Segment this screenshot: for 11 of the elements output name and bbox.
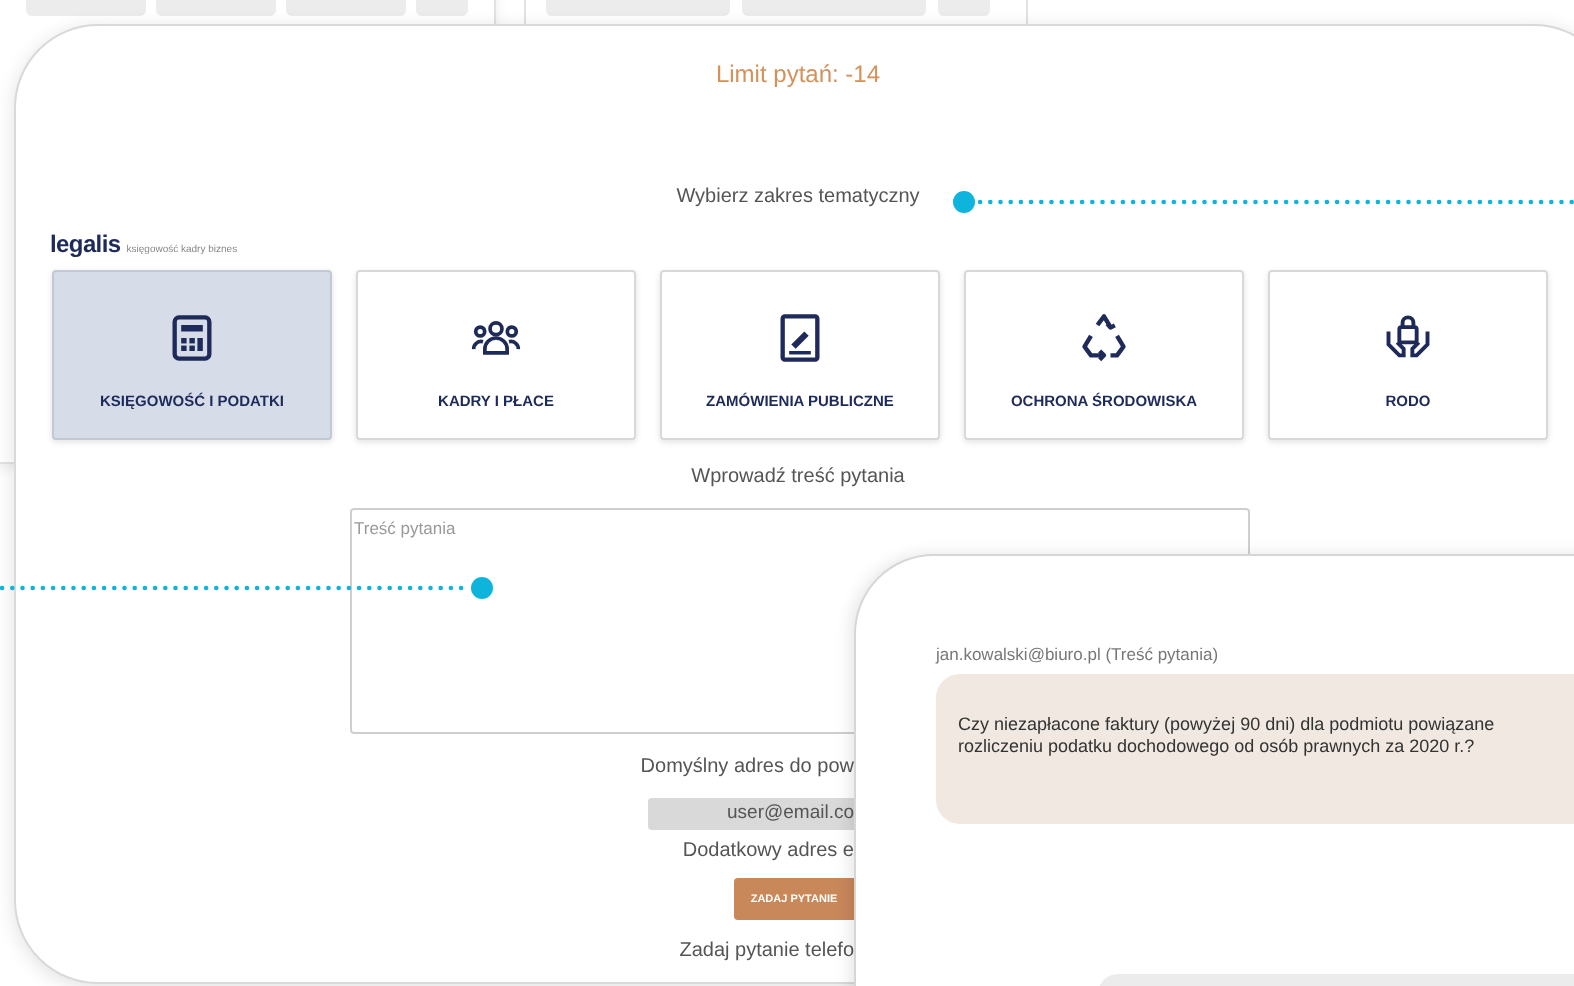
recycle-icon: [1078, 312, 1130, 364]
logo-name: legalis: [50, 230, 121, 258]
limit-title: Limit pytań: -14: [715, 60, 881, 88]
extra-email-label: Dodatkowy adres e: [682, 840, 854, 862]
document-pen-icon: [774, 312, 826, 364]
topic-prompt: Wybierz zakres tematyczny: [676, 186, 920, 208]
phone-question-label: Zadaj pytanie telefo: [679, 940, 854, 962]
default-email-label: Domyślny adres do pow: [640, 756, 854, 778]
question-prompt: Wprowadź treść pytania: [691, 466, 905, 488]
email-field[interactable]: user@email.co: [648, 798, 854, 830]
sender-label: jan.kowalski@biuro.pl (Treść pytania): [936, 644, 1221, 664]
